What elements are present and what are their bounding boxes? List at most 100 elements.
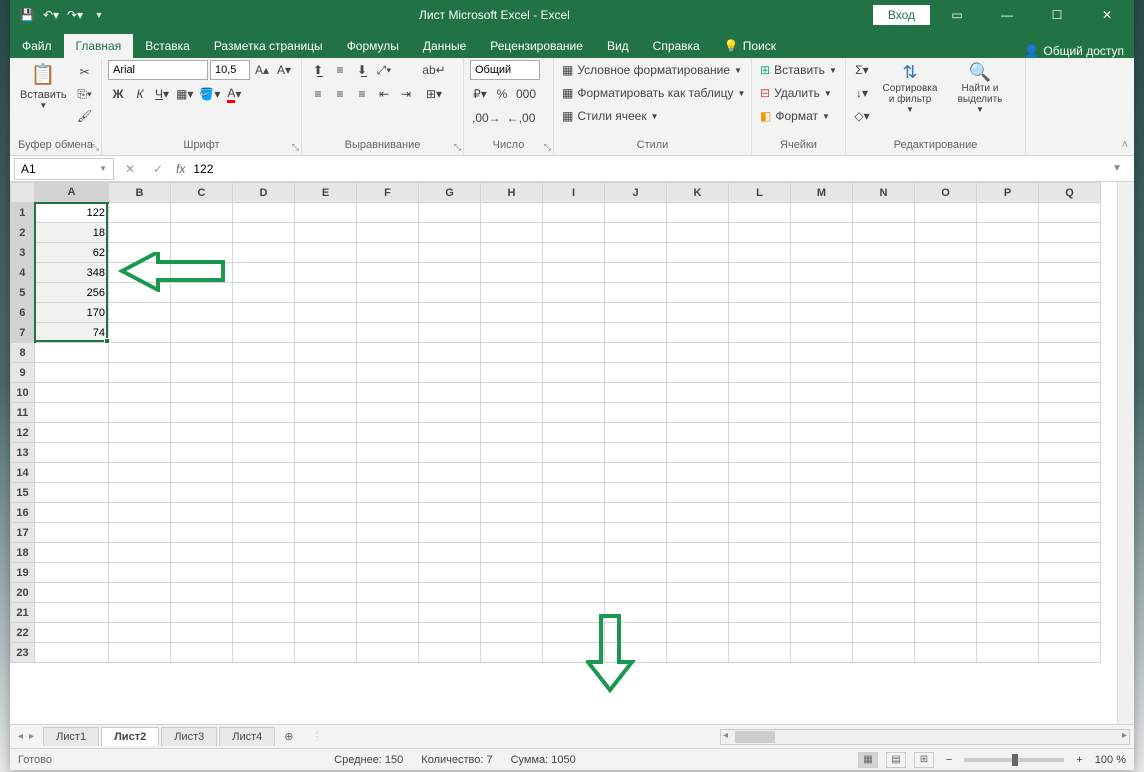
- italic-button[interactable]: К: [130, 84, 150, 104]
- col-header-H[interactable]: H: [481, 183, 543, 203]
- col-header-E[interactable]: E: [295, 183, 357, 203]
- cell-E10[interactable]: [295, 383, 357, 403]
- cell-E13[interactable]: [295, 443, 357, 463]
- col-header-F[interactable]: F: [357, 183, 419, 203]
- tab-file[interactable]: Файл: [10, 34, 64, 58]
- cell-E3[interactable]: [295, 243, 357, 263]
- cell-P6[interactable]: [977, 303, 1039, 323]
- cell-L19[interactable]: [729, 563, 791, 583]
- cell-O18[interactable]: [915, 543, 977, 563]
- cell-A13[interactable]: [35, 443, 109, 463]
- cell-M1[interactable]: [791, 203, 853, 223]
- tab-insert[interactable]: Вставка: [133, 34, 202, 58]
- row-header-13[interactable]: 13: [11, 443, 35, 463]
- cell-O19[interactable]: [915, 563, 977, 583]
- cell-C9[interactable]: [171, 363, 233, 383]
- cell-N11[interactable]: [853, 403, 915, 423]
- cell-I8[interactable]: [543, 343, 605, 363]
- cell-N22[interactable]: [853, 623, 915, 643]
- cell-P9[interactable]: [977, 363, 1039, 383]
- cell-H18[interactable]: [481, 543, 543, 563]
- cell-M20[interactable]: [791, 583, 853, 603]
- cell-P20[interactable]: [977, 583, 1039, 603]
- cell-Q18[interactable]: [1039, 543, 1101, 563]
- cell-K7[interactable]: [667, 323, 729, 343]
- cell-P23[interactable]: [977, 643, 1039, 663]
- cell-G19[interactable]: [419, 563, 481, 583]
- cell-O12[interactable]: [915, 423, 977, 443]
- cell-Q2[interactable]: [1039, 223, 1101, 243]
- cell-E4[interactable]: [295, 263, 357, 283]
- cell-B20[interactable]: [109, 583, 171, 603]
- cell-H20[interactable]: [481, 583, 543, 603]
- cell-O10[interactable]: [915, 383, 977, 403]
- cell-B21[interactable]: [109, 603, 171, 623]
- cell-D2[interactable]: [233, 223, 295, 243]
- cell-F23[interactable]: [357, 643, 419, 663]
- cell-P1[interactable]: [977, 203, 1039, 223]
- cell-A1[interactable]: 122: [35, 203, 109, 223]
- cell-F1[interactable]: [357, 203, 419, 223]
- tab-review[interactable]: Рецензирование: [478, 34, 595, 58]
- cell-B4[interactable]: [109, 263, 171, 283]
- cell-L4[interactable]: [729, 263, 791, 283]
- cell-N8[interactable]: [853, 343, 915, 363]
- cell-K19[interactable]: [667, 563, 729, 583]
- cell-H17[interactable]: [481, 523, 543, 543]
- cell-L6[interactable]: [729, 303, 791, 323]
- cell-E7[interactable]: [295, 323, 357, 343]
- cell-A5[interactable]: 256: [35, 283, 109, 303]
- cell-E19[interactable]: [295, 563, 357, 583]
- cell-H22[interactable]: [481, 623, 543, 643]
- cell-I10[interactable]: [543, 383, 605, 403]
- cell-I5[interactable]: [543, 283, 605, 303]
- cell-K16[interactable]: [667, 503, 729, 523]
- cell-P11[interactable]: [977, 403, 1039, 423]
- cell-I17[interactable]: [543, 523, 605, 543]
- horizontal-scrollbar[interactable]: ◂▸: [720, 729, 1130, 745]
- cell-H7[interactable]: [481, 323, 543, 343]
- col-header-O[interactable]: O: [915, 183, 977, 203]
- cell-Q14[interactable]: [1039, 463, 1101, 483]
- cell-A18[interactable]: [35, 543, 109, 563]
- cell-K18[interactable]: [667, 543, 729, 563]
- cell-N15[interactable]: [853, 483, 915, 503]
- cell-F13[interactable]: [357, 443, 419, 463]
- delete-cells-button[interactable]: ⊟Удалить▼: [758, 83, 844, 103]
- cell-B16[interactable]: [109, 503, 171, 523]
- cell-K15[interactable]: [667, 483, 729, 503]
- cell-F4[interactable]: [357, 263, 419, 283]
- cell-P12[interactable]: [977, 423, 1039, 443]
- cell-O2[interactable]: [915, 223, 977, 243]
- row-header-3[interactable]: 3: [11, 243, 35, 263]
- cell-E20[interactable]: [295, 583, 357, 603]
- col-header-N[interactable]: N: [853, 183, 915, 203]
- cancel-formula-icon[interactable]: ✕: [120, 159, 140, 179]
- cell-J4[interactable]: [605, 263, 667, 283]
- cell-C4[interactable]: [171, 263, 233, 283]
- cell-C7[interactable]: [171, 323, 233, 343]
- cell-P19[interactable]: [977, 563, 1039, 583]
- cell-styles-button[interactable]: ▦Стили ячеек▼: [560, 106, 750, 126]
- cell-N14[interactable]: [853, 463, 915, 483]
- cell-F14[interactable]: [357, 463, 419, 483]
- cell-N12[interactable]: [853, 423, 915, 443]
- cell-M22[interactable]: [791, 623, 853, 643]
- cell-I15[interactable]: [543, 483, 605, 503]
- cell-B18[interactable]: [109, 543, 171, 563]
- cell-O1[interactable]: [915, 203, 977, 223]
- cell-F7[interactable]: [357, 323, 419, 343]
- cell-F10[interactable]: [357, 383, 419, 403]
- cell-J22[interactable]: [605, 623, 667, 643]
- cell-I22[interactable]: [543, 623, 605, 643]
- cell-Q11[interactable]: [1039, 403, 1101, 423]
- cell-P7[interactable]: [977, 323, 1039, 343]
- cell-A9[interactable]: [35, 363, 109, 383]
- cell-Q9[interactable]: [1039, 363, 1101, 383]
- cell-N23[interactable]: [853, 643, 915, 663]
- cell-L12[interactable]: [729, 423, 791, 443]
- cell-A10[interactable]: [35, 383, 109, 403]
- format-painter-icon[interactable]: 🖌: [75, 106, 95, 126]
- cell-A3[interactable]: 62: [35, 243, 109, 263]
- maximize-button[interactable]: ☐: [1034, 0, 1080, 30]
